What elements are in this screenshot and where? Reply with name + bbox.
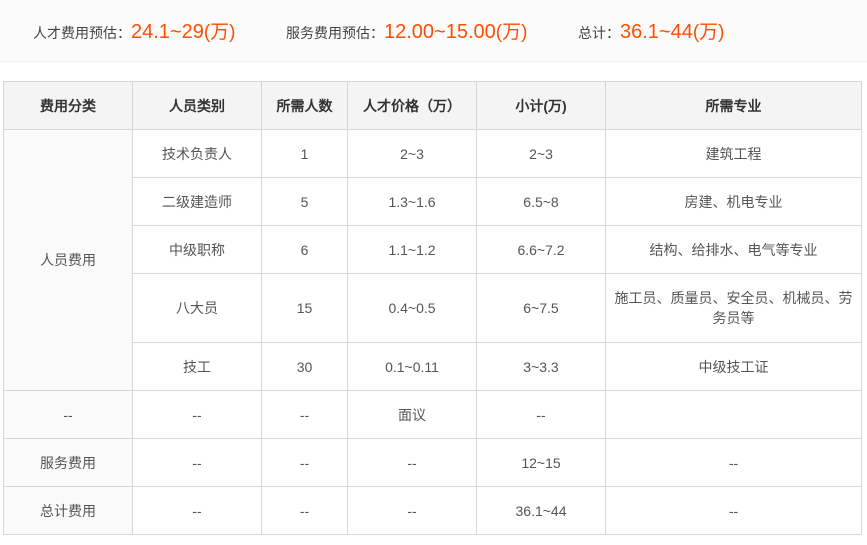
price-cell: 1.3~1.6: [347, 177, 477, 226]
price-cell: --: [347, 486, 477, 535]
table-row: 人员费用 技术负责人 1 2~3 2~3 建筑工程: [3, 129, 862, 391]
headcount-cell: --: [261, 438, 348, 487]
total-cost-label: 总计：: [578, 25, 620, 41]
personnel-type-cell: 技术负责人: [132, 129, 262, 178]
total-cost-unit: (万): [692, 22, 725, 43]
subtotal-cell: --: [476, 390, 606, 439]
subtotal-cell: 3~3.3: [476, 342, 606, 391]
price-cell: 面议: [347, 390, 477, 439]
header-talent-price: 人才价格（万）: [347, 81, 477, 130]
table-row: 中级职称 6 1.1~1.2 6.6~7.2 结构、给排水、电气等专业: [4, 225, 862, 274]
headcount-cell: --: [261, 390, 348, 439]
personnel-type-cell: --: [132, 438, 262, 487]
subtotal-cell: 6~7.5: [476, 273, 606, 343]
other-category-cell: --: [3, 390, 133, 439]
talent-cost-value: 24.1~29: [131, 21, 204, 43]
price-cell: 1.1~1.2: [347, 225, 477, 274]
service-category-cell: 服务费用: [3, 438, 133, 487]
total-cost-estimate: 总计： 36.1~44 (万): [578, 17, 725, 44]
service-cost-value: 12.00~15.00: [384, 21, 496, 43]
header-headcount: 所需人数: [261, 81, 348, 130]
major-cell: [605, 390, 862, 439]
subtotal-cell: 2~3: [476, 129, 606, 178]
headcount-cell: 30: [261, 342, 348, 391]
header-required-major: 所需专业: [605, 81, 862, 130]
table-row: 二级建造师 5 1.3~1.6 6.5~8 房建、机电专业: [4, 177, 862, 226]
headcount-cell: 1: [261, 129, 348, 178]
service-cost-label: 服务费用预估：: [286, 25, 384, 41]
major-cell: 建筑工程: [605, 129, 862, 178]
headcount-cell: --: [261, 486, 348, 535]
price-cell: 0.4~0.5: [347, 273, 477, 343]
personnel-type-cell: --: [132, 390, 262, 439]
major-cell: 结构、给排水、电气等专业: [605, 225, 862, 274]
subtotal-cell: 6.6~7.2: [476, 225, 606, 274]
table-row: 服务费用 -- -- -- 12~15 --: [3, 438, 862, 487]
price-cell: 0.1~0.11: [347, 342, 477, 391]
personnel-type-cell: 中级职称: [132, 225, 262, 274]
major-cell: --: [605, 486, 862, 535]
personnel-type-cell: 技工: [132, 342, 262, 391]
subtotal-cell: 6.5~8: [476, 177, 606, 226]
table-row: 八大员 15 0.4~0.5 6~7.5 施工员、质量员、安全员、机械员、劳务员…: [4, 273, 862, 343]
total-category-cell: 总计费用: [3, 486, 133, 535]
personnel-type-cell: 二级建造师: [132, 177, 262, 226]
price-cell: --: [347, 438, 477, 487]
table-row: 总计费用 -- -- -- 36.1~44 --: [3, 486, 862, 535]
subtotal-cell: 36.1~44: [476, 486, 606, 535]
major-cell: 中级技工证: [605, 342, 862, 391]
talent-cost-estimate: 人才费用预估： 24.1~29 (万): [33, 17, 236, 44]
table-row: -- -- -- 面议 --: [3, 390, 862, 439]
service-cost-estimate: 服务费用预估： 12.00~15.00 (万): [286, 17, 527, 44]
cost-summary-bar: 人才费用预估： 24.1~29 (万) 服务费用预估： 12.00~15.00 …: [0, 0, 867, 62]
headcount-cell: 6: [261, 225, 348, 274]
subtotal-cell: 12~15: [476, 438, 606, 487]
major-cell: 施工员、质量员、安全员、机械员、劳务员等: [605, 273, 862, 343]
price-cell: 2~3: [347, 129, 477, 178]
major-cell: --: [605, 438, 862, 487]
major-cell: 房建、机电专业: [605, 177, 862, 226]
personnel-category-cell: 人员费用: [3, 129, 133, 391]
fee-breakdown-table: 费用分类 人员类别 所需人数 人才价格（万） 小计(万) 所需专业 人员费用 技…: [3, 81, 862, 535]
talent-cost-unit: (万): [203, 22, 236, 43]
total-cost-value: 36.1~44: [620, 21, 693, 43]
headcount-cell: 5: [261, 177, 348, 226]
header-personnel-type: 人员类别: [132, 81, 262, 130]
personnel-type-cell: 八大员: [132, 273, 262, 343]
table-header-row: 费用分类 人员类别 所需人数 人才价格（万） 小计(万) 所需专业: [3, 81, 862, 130]
table-row: 技工 30 0.1~0.11 3~3.3 中级技工证: [4, 342, 862, 391]
header-fee-category: 费用分类: [3, 81, 133, 130]
headcount-cell: 15: [261, 273, 348, 343]
talent-cost-label: 人才费用预估：: [33, 25, 131, 41]
header-subtotal: 小计(万): [476, 81, 606, 130]
personnel-type-cell: --: [132, 486, 262, 535]
service-cost-unit: (万): [495, 22, 528, 43]
